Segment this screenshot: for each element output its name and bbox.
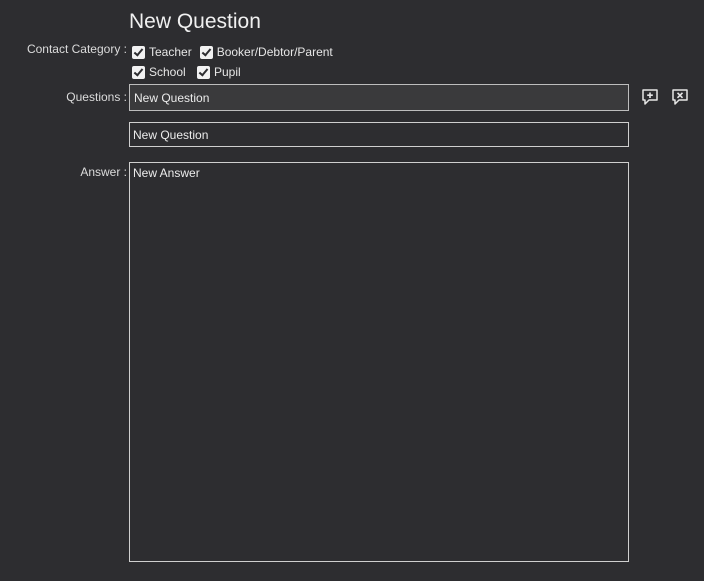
booker-debtor-parent-checkbox[interactable]: Booker/Debtor/Parent [199, 44, 333, 60]
school-checkbox[interactable]: School [132, 64, 190, 80]
contact-category-label: Contact Category : [26, 42, 127, 56]
checkbox-checked-icon [132, 45, 145, 59]
add-question-button[interactable] [641, 88, 659, 106]
pupil-checkbox[interactable]: Pupil [197, 64, 241, 80]
checkbox-checked-icon [132, 65, 145, 79]
category-row-2: School Pupil [132, 64, 249, 80]
page-title: New Question [129, 10, 261, 33]
school-checkbox-label: School [149, 65, 186, 79]
answer-textarea[interactable]: New Answer [129, 162, 629, 562]
question-editor: New Question Contact Category : Teacher … [0, 0, 704, 581]
speech-bubble-x-icon [672, 89, 688, 105]
category-row-1: Teacher Booker/Debtor/Parent [132, 44, 341, 60]
booker-debtor-parent-checkbox-label: Booker/Debtor/Parent [216, 45, 333, 59]
teacher-checkbox[interactable]: Teacher [132, 44, 192, 60]
checkbox-checked-icon [199, 45, 213, 59]
questions-label: Questions : [66, 90, 127, 104]
question-input-secondary[interactable] [129, 122, 629, 147]
teacher-checkbox-label: Teacher [149, 45, 192, 59]
checkbox-checked-icon [197, 65, 210, 79]
answer-label: Answer : [80, 165, 127, 179]
remove-question-button[interactable] [671, 88, 689, 106]
question-input-primary[interactable] [129, 84, 629, 111]
pupil-checkbox-label: Pupil [214, 65, 241, 79]
speech-bubble-plus-icon [642, 89, 658, 105]
